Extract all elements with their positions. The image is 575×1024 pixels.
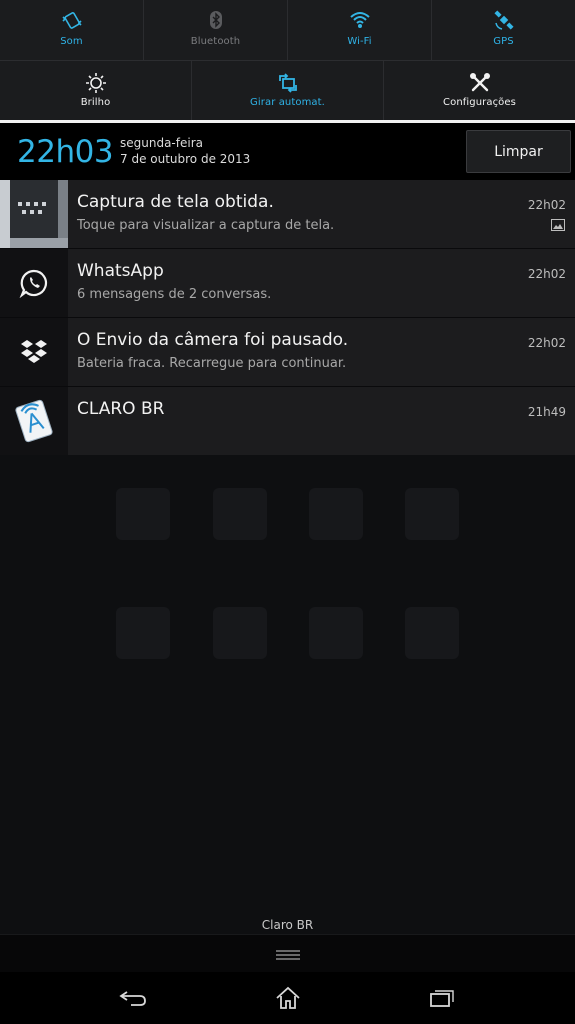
- notification-time: 22h02: [527, 267, 566, 281]
- settings-tools-icon: [469, 72, 491, 94]
- notification-text: 6 mensagens de 2 conversas.: [77, 287, 272, 302]
- toggle-sound[interactable]: Som: [0, 0, 143, 60]
- brightness-icon: [85, 72, 107, 94]
- weekday: segunda-feira: [120, 136, 203, 150]
- toggle-wifi-label: Wi-Fi: [347, 36, 372, 47]
- toggle-bluetooth-label: Bluetooth: [190, 36, 241, 47]
- quick-settings-row-1: Som Bluetooth Wi-Fi GPS: [0, 0, 575, 60]
- bluetooth-icon: [205, 9, 227, 31]
- screenshot-thumbnail: [0, 180, 68, 248]
- home-icon: [276, 986, 300, 1009]
- carrier-label: Claro BR: [261, 918, 314, 932]
- toggle-gps-label: GPS: [493, 36, 514, 47]
- notification-title: WhatsApp: [77, 261, 164, 281]
- notification-whatsapp[interactable]: WhatsApp 6 mensagens de 2 conversas. 22h…: [0, 249, 575, 317]
- toggle-wifi[interactable]: Wi-Fi: [287, 0, 431, 60]
- wifi-icon: [349, 9, 371, 31]
- toggle-gps[interactable]: GPS: [431, 0, 575, 60]
- toggle-brightness-label: Brilho: [80, 97, 111, 108]
- gps-satellite-icon: [493, 9, 515, 31]
- recent-apps-icon: [430, 990, 454, 1007]
- notification-time: 22h02: [527, 198, 566, 212]
- dimmed-home-screen: [0, 455, 575, 935]
- settings-label: Configurações: [443, 97, 516, 108]
- clock-time: 22h03: [17, 134, 114, 170]
- auto-rotate-icon: [277, 72, 299, 94]
- sim-card-icon: [0, 387, 68, 455]
- sound-vibrate-icon: [61, 9, 83, 31]
- dropbox-icon: [0, 318, 68, 386]
- notification-title: O Envio da câmera foi pausado.: [77, 330, 349, 350]
- whatsapp-icon: [0, 249, 68, 317]
- back-icon: [119, 991, 146, 1006]
- notification-time: 21h49: [527, 405, 566, 419]
- notification-carrier[interactable]: CLARO BR 21h49: [0, 387, 575, 455]
- notification-header: 22h03 segunda-feira 7 de outubro de 2013…: [0, 123, 575, 180]
- image-icon: [551, 219, 565, 231]
- back-button[interactable]: [113, 984, 153, 1012]
- notification-title: Captura de tela obtida.: [77, 192, 274, 212]
- quick-settings-row-2: Brilho Girar automat. Configurações: [0, 61, 575, 120]
- toggle-auto-rotate-label: Girar automat.: [250, 97, 325, 108]
- toggle-sound-label: Som: [60, 36, 83, 47]
- home-button[interactable]: [268, 984, 308, 1012]
- toggle-brightness[interactable]: Brilho: [0, 61, 191, 120]
- notification-text: Bateria fraca. Recarregue para continuar…: [77, 356, 347, 371]
- notification-camera-upload[interactable]: O Envio da câmera foi pausado. Bateria f…: [0, 318, 575, 386]
- toggle-auto-rotate[interactable]: Girar automat.: [191, 61, 383, 120]
- navigation-bar: [0, 972, 575, 1024]
- date: 7 de outubro de 2013: [120, 152, 251, 166]
- drag-handle-icon: [276, 950, 300, 960]
- notification-title: CLARO BR: [77, 399, 165, 419]
- notification-screenshot[interactable]: Captura de tela obtida. Toque para visua…: [0, 180, 575, 248]
- recent-apps-button[interactable]: [422, 984, 462, 1012]
- notification-text: Toque para visualizar a captura de tela.: [77, 218, 335, 233]
- panel-drag-handle[interactable]: [0, 934, 575, 973]
- clear-notifications-button[interactable]: Limpar: [466, 130, 571, 173]
- toggle-bluetooth[interactable]: Bluetooth: [143, 0, 287, 60]
- settings-button[interactable]: Configurações: [383, 61, 575, 120]
- notification-time: 22h02: [527, 336, 566, 350]
